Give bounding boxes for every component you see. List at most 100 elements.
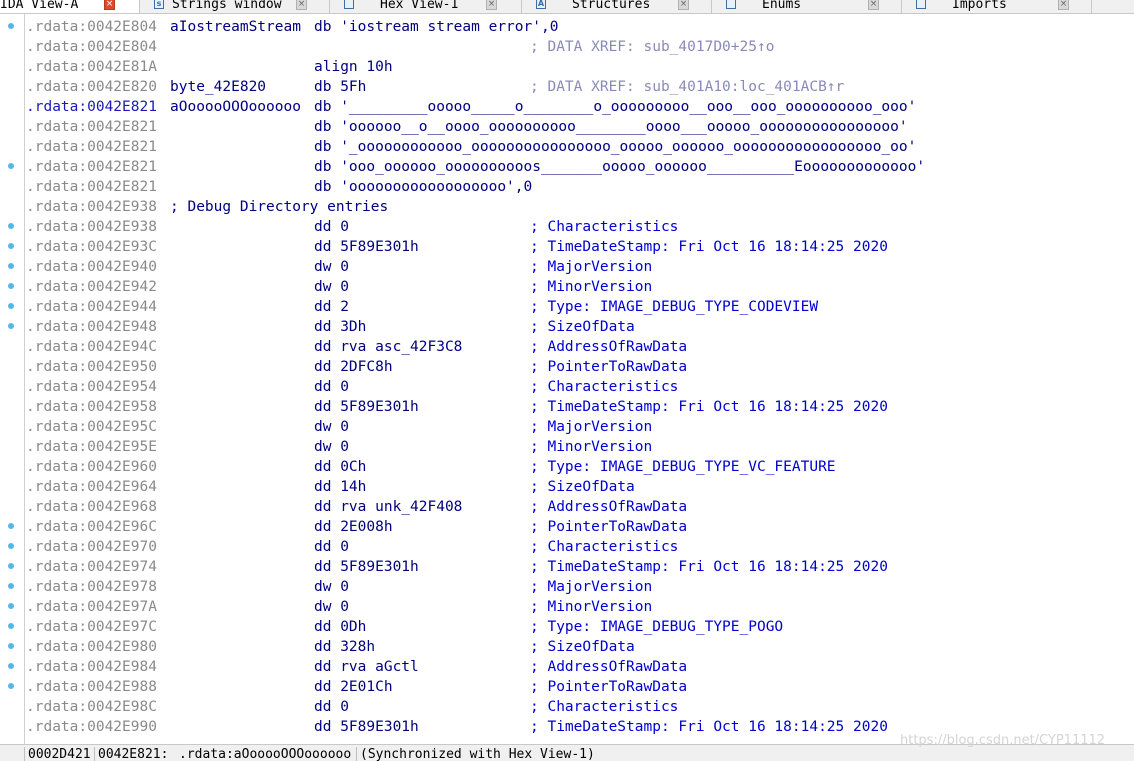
row-instruction[interactable]: dw 0 [314,417,349,437]
listing-row[interactable]: .rdata:0042E95E dw 0 ; MinorVersion [26,437,1134,457]
row-instruction[interactable]: align 10h [314,57,393,77]
row-instruction[interactable]: dd 5F89E301h [314,557,419,577]
gutter-marker-icon[interactable] [8,523,14,529]
listing-row[interactable]: .rdata:0042E942 dw 0 ; MinorVersion [26,277,1134,297]
row-address[interactable]: .rdata:0042E958 [26,397,157,417]
tab-imports[interactable]: Imports × [902,0,1092,13]
row-address[interactable]: .rdata:0042E97A [26,597,157,617]
tab-enums[interactable]: Enums × [712,0,902,13]
listing-row[interactable]: .rdata:0042E980 dd 328h ; SizeOfData [26,637,1134,657]
row-instruction[interactable]: dd 0 [314,537,349,557]
gutter-marker-icon[interactable] [8,243,14,249]
listing-row[interactable]: .rdata:0042E968 dd rva unk_42F408 ; Addres… [26,497,1134,517]
row-address[interactable]: .rdata:0042E97C [26,617,157,637]
row-instruction[interactable]: dd rva asc_42F3C8 [314,337,462,357]
listing-row[interactable]: .rdata:0042E97C dd 0Dh ; Type: IMAGE_DEBUG… [26,617,1134,637]
gutter-marker-icon[interactable] [8,163,14,169]
row-instruction[interactable]: db 'iostream stream error',0 [314,17,558,37]
row-address[interactable]: .rdata:0042E938 [26,197,157,217]
row-instruction[interactable]: dd 5F89E301h [314,717,419,737]
row-xref[interactable]: ; DATA XREF: sub_4017D0+25↑o [530,37,774,57]
row-instruction[interactable]: dd 2E008h [314,517,393,537]
row-address[interactable]: .rdata:0042E978 [26,577,157,597]
row-address[interactable]: .rdata:0042E98C [26,697,157,717]
row-address[interactable]: .rdata:0042E938 [26,217,157,237]
row-instruction[interactable]: dd rva unk_42F408 [314,497,462,517]
row-address[interactable]: .rdata:0042E974 [26,557,157,577]
row-address[interactable]: .rdata:0042E988 [26,677,157,697]
close-icon[interactable]: × [868,0,879,10]
row-label[interactable]: aOooooOOOoooooo [170,97,301,117]
listing-row[interactable]: .rdata:0042E95C dw 0 ; MajorVersion [26,417,1134,437]
row-address[interactable]: .rdata:0042E960 [26,457,157,477]
listing-row[interactable]: .rdata:0042E820 byte_42E820 db 5Fh ; DATA X… [26,77,1134,97]
listing-row[interactable]: .rdata:0042E96C dd 2E008h ; PointerToRawDa… [26,517,1134,537]
row-instruction[interactable]: dd 0Ch [314,457,366,477]
listing-row[interactable]: .rdata:0042E821 db 'oooooo__o__oooo_ooooo… [26,117,1134,137]
listing-row[interactable]: .rdata:0042E948 dd 3Dh ; SizeOfData [26,317,1134,337]
row-address[interactable]: .rdata:0042E93C [26,237,157,257]
row-address[interactable]: .rdata:0042E821 [26,97,157,117]
listing-row[interactable]: .rdata:0042E944 dd 2 ; Type: IMAGE_DEBUG_T… [26,297,1134,317]
row-instruction[interactable]: db 'oooooooooooooooooo',0 [314,177,532,197]
listing-row[interactable]: .rdata:0042E821 db '_oooooooooooo_ooooooo… [26,137,1134,157]
row-address[interactable]: .rdata:0042E821 [26,117,157,137]
row-address[interactable]: .rdata:0042E95E [26,437,157,457]
row-instruction[interactable]: db '_________ooooo_____o________o_oooooo… [314,97,916,117]
row-address[interactable]: .rdata:0042E821 [26,157,157,177]
row-address[interactable]: .rdata:0042E804 [26,37,157,57]
row-instruction[interactable]: dd 0Dh [314,617,366,637]
gutter-marker-icon[interactable] [8,323,14,329]
row-instruction[interactable]: dw 0 [314,597,349,617]
disassembly-listing[interactable]: .rdata:0042E804 aIostreamStream db 'iostre… [26,17,1134,743]
row-instruction[interactable]: dd 0 [314,217,349,237]
listing-row[interactable]: .rdata:0042E950 dd 2DFC8h ; PointerToRawDa… [26,357,1134,377]
listing-row[interactable]: .rdata:0042E821 db 'oooooooooooooooooo',0 [26,177,1134,197]
tab-hex-view-1[interactable]: Hex View-1 × [330,0,522,13]
gutter-marker-icon[interactable] [8,23,14,29]
gutter-marker-icon[interactable] [8,303,14,309]
row-address[interactable]: .rdata:0042E980 [26,637,157,657]
listing-row[interactable]: .rdata:0042E81A align 10h [26,57,1134,77]
listing-row[interactable]: .rdata:0042E988 dd 2E01Ch ; PointerToRawDa… [26,677,1134,697]
listing-row[interactable]: .rdata:0042E821 aOooooOOOoooooo db '______… [26,97,1134,117]
gutter-marker-icon[interactable] [8,623,14,629]
gutter-marker-icon[interactable] [8,223,14,229]
gutter-marker-icon[interactable] [8,683,14,689]
listing-row[interactable]: .rdata:0042E970 dd 0 ; Characteristics [26,537,1134,557]
listing-row[interactable]: .rdata:0042E93C dd 5F89E301h ; TimeDateSta… [26,237,1134,257]
tab-structures[interactable]: A Structures × [522,0,712,13]
row-address[interactable]: .rdata:0042E94C [26,337,157,357]
gutter-marker-icon[interactable] [8,603,14,609]
gutter-marker-icon[interactable] [8,563,14,569]
listing-row[interactable]: .rdata:0042E97A dw 0 ; MinorVersion [26,597,1134,617]
gutter-marker-icon[interactable] [8,263,14,269]
listing-row[interactable]: .rdata:0042E984 dd rva aGctl ; AddressOfRa… [26,657,1134,677]
row-instruction[interactable]: dw 0 [314,257,349,277]
close-icon[interactable]: × [296,0,307,10]
row-address[interactable]: .rdata:0042E95C [26,417,157,437]
row-instruction[interactable]: dd 0 [314,377,349,397]
row-address[interactable]: .rdata:0042E942 [26,277,157,297]
listing-row[interactable]: .rdata:0042E958 dd 5F89E301h ; TimeDateSta… [26,397,1134,417]
listing-row[interactable]: .rdata:0042E978 dw 0 ; MajorVersion [26,577,1134,597]
row-instruction[interactable]: dw 0 [314,437,349,457]
row-address[interactable]: .rdata:0042E970 [26,537,157,557]
listing-row[interactable]: .rdata:0042E974 dd 5F89E301h ; TimeDateSta… [26,557,1134,577]
row-address[interactable]: .rdata:0042E821 [26,177,157,197]
row-comment[interactable]: ; Debug Directory entries [170,197,388,217]
row-instruction[interactable]: dd 14h [314,477,366,497]
row-instruction[interactable]: db '_oooooooooooo_oooooooooooooooo_ooooo… [314,137,916,157]
listing-row[interactable]: .rdata:0042E938 ; Debug Directory entries [26,197,1134,217]
close-icon[interactable]: × [486,0,497,10]
row-label[interactable]: aIostreamStream [170,17,301,37]
row-address[interactable]: .rdata:0042E954 [26,377,157,397]
row-instruction[interactable]: db 'oooooo__o__oooo_oooooooooo________oo… [314,117,908,137]
row-address[interactable]: .rdata:0042E804 [26,17,157,37]
row-address[interactable]: .rdata:0042E96C [26,517,157,537]
row-instruction[interactable]: db 5Fh [314,77,366,97]
row-address[interactable]: .rdata:0042E944 [26,297,157,317]
gutter-marker-icon[interactable] [8,543,14,549]
row-address[interactable]: .rdata:0042E984 [26,657,157,677]
row-address[interactable]: .rdata:0042E964 [26,477,157,497]
